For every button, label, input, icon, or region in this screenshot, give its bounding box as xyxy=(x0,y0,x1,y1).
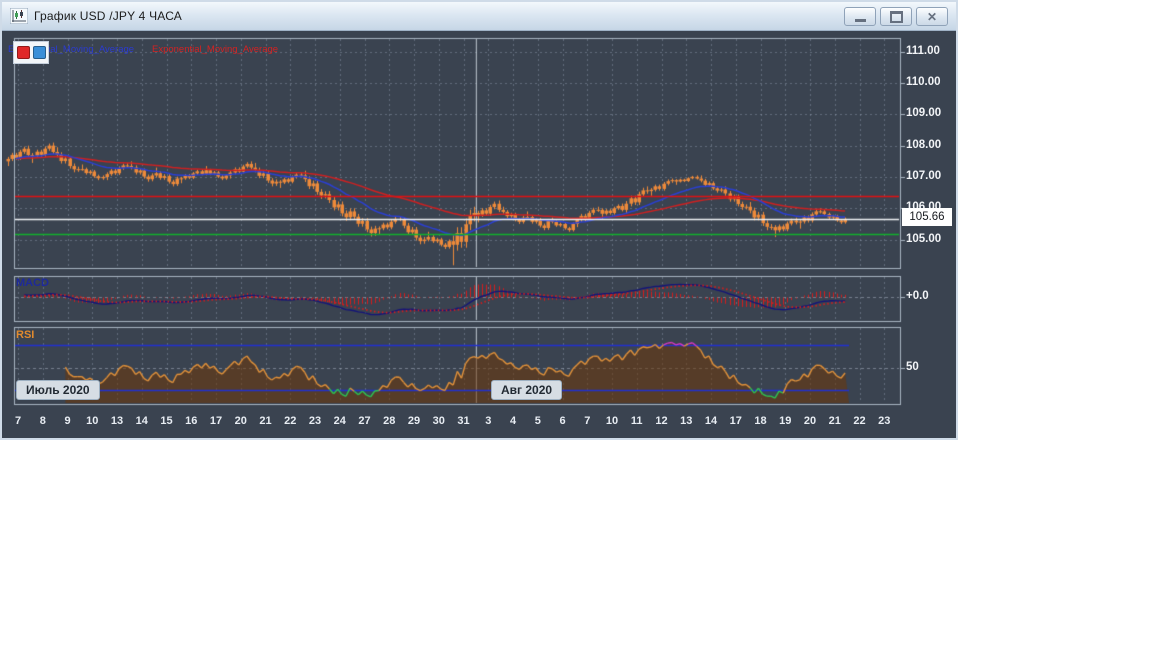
macd-axis-label: +0.0 xyxy=(906,290,929,302)
time-axis-label: 24 xyxy=(333,415,346,427)
ema-blue-swatch[interactable] xyxy=(32,46,46,59)
ema-red-swatch[interactable] xyxy=(16,46,30,59)
time-axis-label: 9 xyxy=(64,415,71,427)
time-axis-label: 7 xyxy=(14,415,22,427)
time-axis-label: 19 xyxy=(779,415,792,427)
time-axis-label: 10 xyxy=(86,415,99,427)
rsi-axis-label: 50 xyxy=(906,361,919,373)
macd-panel-label: MACD xyxy=(16,277,49,289)
close-button[interactable]: ✕ xyxy=(916,7,948,26)
time-axis-label: 16 xyxy=(185,415,198,427)
time-axis-label: 17 xyxy=(729,415,742,427)
price-axis-tick: 105.00 xyxy=(906,232,942,245)
restore-button[interactable] xyxy=(880,7,912,26)
window-title: График USD /JPY 4 ЧАСА xyxy=(34,9,183,23)
time-axis-label: 15 xyxy=(160,415,173,427)
time-axis-label: 22 xyxy=(284,415,297,427)
time-axis-label: 5 xyxy=(534,415,541,427)
price-axis-tick: 109.00 xyxy=(906,107,942,120)
time-axis-label: 13 xyxy=(110,415,124,427)
time-axis-label: 12 xyxy=(655,415,668,427)
month-label-august: Авг 2020 xyxy=(491,380,563,400)
time-axis-label: 22 xyxy=(853,415,866,427)
time-axis-label: 21 xyxy=(259,415,272,427)
window-controls: ✕ xyxy=(844,7,948,26)
minimize-button[interactable] xyxy=(844,7,876,26)
time-axis-label: 6 xyxy=(559,415,566,427)
time-axis-label: 31 xyxy=(457,415,470,427)
time-axis-label: 7 xyxy=(584,415,591,427)
time-axis-label: 10 xyxy=(605,415,619,427)
candlestick-chart-icon xyxy=(10,8,28,24)
ema-slow-legend-label: Exponential_Moving_Average xyxy=(152,44,279,55)
time-axis-label: 30 xyxy=(432,415,445,427)
time-axis-label: 20 xyxy=(234,415,247,427)
time-axis-label: 3 xyxy=(485,415,492,427)
restore-icon xyxy=(889,10,903,23)
price-axis-tick: 111.00 xyxy=(906,44,940,57)
price-axis-tick: 108.00 xyxy=(906,138,942,151)
minimize-icon xyxy=(854,18,866,22)
time-axis-label: 17 xyxy=(209,415,223,427)
time-axis-label: 18 xyxy=(754,415,767,427)
price-axis-tick: 107.00 xyxy=(906,170,942,182)
time-axis-label: 20 xyxy=(803,415,817,427)
time-axis-label: 8 xyxy=(39,415,46,427)
time-axis-label: 4 xyxy=(509,415,517,427)
time-axis-label: 11 xyxy=(630,415,643,427)
chart-canvas[interactable] xyxy=(0,0,958,440)
time-axis-label: 21 xyxy=(828,415,841,427)
rsi-panel-label: RSI xyxy=(16,329,35,341)
time-axis-label: 14 xyxy=(704,415,718,427)
screenshot-stage: График USD /JPY 4 ЧАСА ✕ Exponential_Mov… xyxy=(0,0,1152,648)
time-axis-label: 28 xyxy=(383,415,396,427)
current-price-badge: 105.66 xyxy=(902,208,952,226)
month-label-july: Июль 2020 xyxy=(16,380,100,400)
time-axis-label: 13 xyxy=(680,415,693,427)
time-axis-label: 27 xyxy=(358,415,371,427)
price-axis-tick: 110.00 xyxy=(906,76,941,89)
time-axis-label: 29 xyxy=(407,415,421,427)
window-titlebar[interactable]: График USD /JPY 4 ЧАСА ✕ xyxy=(2,2,956,31)
close-icon: ✕ xyxy=(926,9,938,24)
ema-legend-chip[interactable] xyxy=(13,41,49,64)
time-axis-label: 23 xyxy=(878,415,891,427)
time-axis-label: 23 xyxy=(308,415,322,427)
time-axis-label: 14 xyxy=(135,415,148,427)
